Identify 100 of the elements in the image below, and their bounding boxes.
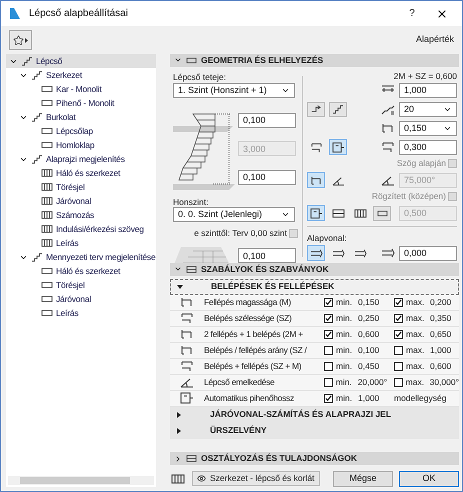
tree-label: Számozás	[56, 208, 94, 222]
menu-button[interactable]	[329, 102, 347, 117]
checkbox[interactable]	[394, 346, 403, 354]
tree-item[interactable]: Alaprajzi megjelenítés	[6, 152, 156, 166]
checkbox[interactable]	[394, 330, 403, 338]
toggle-button[interactable]	[307, 245, 325, 262]
mode-label: Rögzített (középen)	[372, 190, 446, 204]
tree-item[interactable]: Járóvonal	[6, 194, 156, 208]
arrow-icon	[25, 38, 28, 42]
tree-item[interactable]: Lépcsőlap	[6, 124, 156, 138]
triangle-icon	[176, 428, 182, 434]
checkbox[interactable]	[324, 314, 333, 322]
check-icon	[395, 314, 402, 322]
tree-item[interactable]: Törésjel	[6, 180, 156, 194]
input-field[interactable]: 0,000	[399, 246, 457, 261]
favorites-button[interactable]	[9, 30, 32, 50]
ok-button[interactable]: OK	[399, 470, 459, 487]
checkbox[interactable]	[324, 330, 333, 338]
tree-item[interactable]: Járóvonal	[6, 292, 156, 306]
input-field[interactable]: 0,100	[238, 248, 296, 264]
tree-label: Indulási/érkezési szöveg	[56, 222, 144, 236]
dropdown[interactable]: 0,150	[399, 120, 457, 136]
checkbox[interactable]	[324, 362, 333, 370]
check-icon	[325, 394, 332, 402]
check-icon	[325, 314, 332, 322]
max-label: max.	[406, 328, 426, 340]
tree-item[interactable]: Pihenő - Monolit	[6, 96, 156, 110]
input-field[interactable]: 0,100	[238, 112, 296, 128]
check-icon	[325, 330, 332, 338]
tree-item[interactable]: Háló és szerkezet	[6, 264, 156, 278]
formula-label: 2M + SZ = 0,600	[392, 70, 457, 79]
help-button[interactable]: ?	[402, 6, 422, 21]
tree-item[interactable]: Szerkezet	[6, 68, 156, 82]
rule-label: Fellépés magassága (M)	[204, 296, 292, 308]
tree-label: Törésjel	[56, 180, 85, 194]
rule-label: Lépcső emelkedése	[204, 376, 276, 388]
toggle-button[interactable]	[307, 205, 325, 222]
layer-dropdown[interactable]: Szerkezet - lépcső és korlát	[192, 471, 320, 486]
rule-label: Belépés szélessége (SZ)	[204, 312, 293, 324]
tree-item[interactable]: Homloklap	[6, 138, 156, 152]
tree-item[interactable]: Leírás	[6, 236, 156, 250]
tree-label: Háló és szerkezet	[56, 166, 120, 180]
input-field[interactable]: 1,000	[399, 82, 457, 98]
toggle-button[interactable]	[307, 172, 325, 188]
max-label: max.	[406, 296, 426, 308]
input-field[interactable]: 0,300	[399, 140, 457, 155]
section-title: OSZTÁLYOZÁS ÉS TULAJDONSÁGOK	[201, 452, 358, 466]
toggle-button[interactable]	[329, 139, 347, 156]
checkbox[interactable]	[324, 394, 333, 402]
stair-icon	[21, 56, 33, 66]
tree-item[interactable]: Burkolat	[6, 110, 156, 124]
line-icon	[332, 208, 344, 219]
subsection-title: BELÉPÉSEK ÉS FELLÉPÉSEK	[211, 280, 334, 293]
subsection-header[interactable]: BELÉPÉSEK ÉS FELLÉPÉSEK	[170, 278, 459, 294]
tree-item[interactable]: Lépcső	[6, 54, 156, 68]
check-icon	[325, 298, 332, 306]
min-value: 0,250	[358, 312, 380, 324]
checkbox[interactable]	[394, 298, 403, 306]
checkbox[interactable]	[324, 346, 333, 354]
subsection-header[interactable]: JÁRÓVONAL-SZÁMÍTÁS ÉS ALAPRAJZI JEL	[170, 406, 459, 422]
tree-item[interactable]: Számozás	[6, 208, 156, 222]
input-field[interactable]: 0,100	[238, 170, 296, 185]
plan-icon	[310, 208, 322, 219]
menu-button[interactable]	[373, 206, 391, 221]
section-header[interactable]: OSZTÁLYOZÁS ÉS TULAJDONSÁGOK	[170, 452, 459, 466]
checkbox[interactable]	[394, 362, 403, 370]
dropdown[interactable]: 20	[399, 102, 457, 117]
cancel-button[interactable]: Mégse	[333, 470, 393, 487]
stair-icon	[31, 154, 43, 164]
menu-button[interactable]	[307, 102, 325, 117]
scrollbar[interactable]	[8, 476, 154, 485]
field-label: Honszint:	[173, 196, 210, 207]
dropdown[interactable]: 0. 0. Szint (Jelenlegi)	[173, 206, 295, 222]
field-label: Lépcső teteje:	[173, 70, 227, 83]
max-value: 1,000	[430, 344, 452, 356]
field-label: Alapvonal:	[307, 232, 348, 242]
tree-item[interactable]: Mennyezeti terv megjelenítése	[6, 250, 156, 264]
subsection-header[interactable]: ÜRSZELVÉNY	[170, 422, 459, 438]
eye-icon	[197, 474, 206, 484]
section-header[interactable]: SZABÁLYOK ÉS SZABVÁNYOK	[170, 262, 459, 276]
checkbox[interactable]	[394, 378, 403, 386]
tree-item[interactable]: Leírás	[6, 306, 156, 320]
dropdown[interactable]: 1. Szint (Honszint + 1)	[173, 82, 295, 98]
tree-item[interactable]: Kar - Monolit	[6, 82, 156, 96]
arrow-icon	[310, 104, 322, 114]
tree-item[interactable]: Indulási/érkezési szöveg	[6, 222, 156, 236]
tree-label: Burkolat	[46, 110, 76, 124]
min-value: 20,000°	[358, 376, 388, 388]
tree-item[interactable]: Törésjel	[6, 278, 156, 292]
checkbox[interactable]	[324, 298, 333, 306]
checkbox[interactable]	[324, 378, 333, 386]
triangle-icon	[176, 412, 182, 418]
tree-item[interactable]: Háló és szerkezet	[6, 166, 156, 180]
base-icon	[310, 248, 322, 259]
checkbox[interactable]	[394, 314, 403, 322]
angle-icon	[381, 174, 395, 186]
chevron-icon	[174, 454, 182, 463]
min-label: min.	[336, 376, 353, 388]
rect-icon	[186, 56, 197, 65]
section-header[interactable]: GEOMETRIA ÉS ELHELYEZÉS	[170, 54, 459, 67]
